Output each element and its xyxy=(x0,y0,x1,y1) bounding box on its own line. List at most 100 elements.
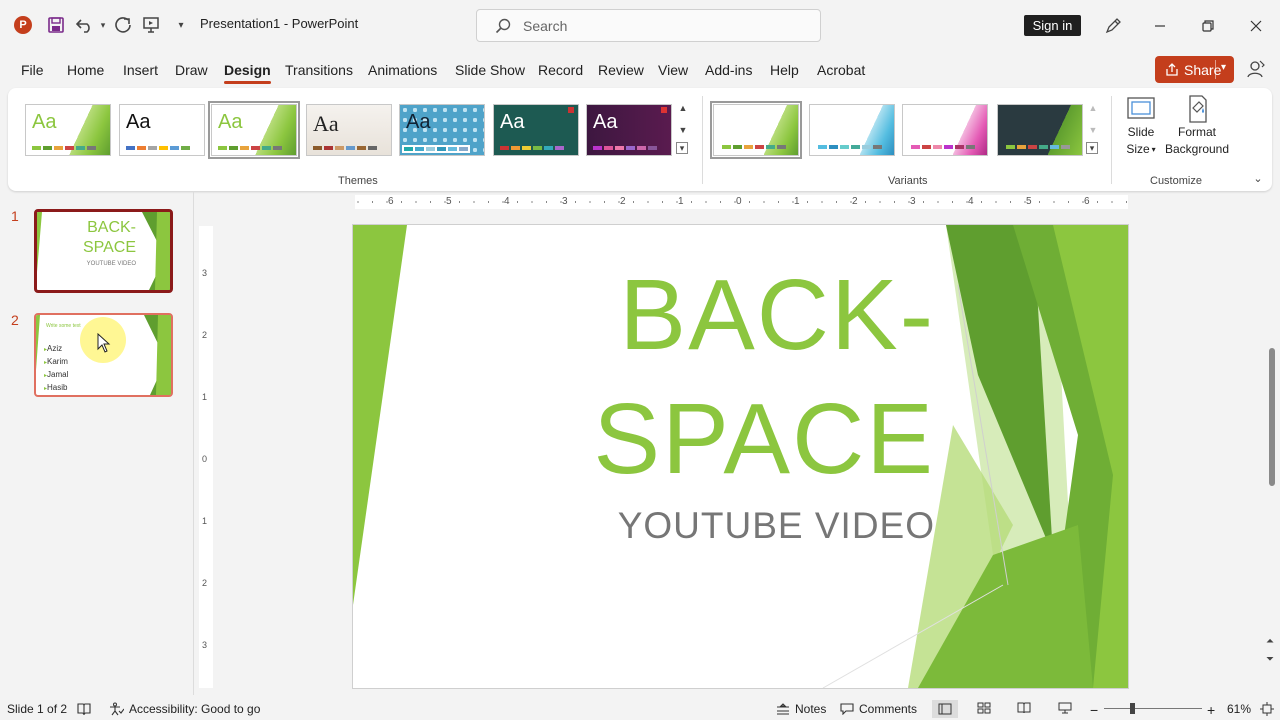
thumb2-bullet-4: ▸Hasib xyxy=(44,383,68,392)
variants-more-icon[interactable]: ▾ xyxy=(1086,142,1098,154)
zoom-slider[interactable] xyxy=(1104,708,1202,709)
tab-acrobat[interactable]: Acrobat xyxy=(817,62,865,78)
undo-dropdown-icon[interactable]: ▾ xyxy=(92,14,114,36)
customize-qat-icon[interactable]: ▾ xyxy=(170,14,192,36)
variants-scroll-down-icon[interactable]: ▼ xyxy=(1086,122,1100,138)
variant-dark[interactable] xyxy=(997,104,1083,156)
design-ribbon: Aa Aa Aa Aa Aa Aa Aa ▲ ▼ ▾ Themes ▲ ▼ ▾ … xyxy=(8,88,1272,191)
pen-icon[interactable] xyxy=(1101,14,1125,38)
theme-facet[interactable]: Aa xyxy=(25,104,111,156)
status-bar: Slide 1 of 2 Accessibility: Good to go N… xyxy=(0,698,1280,720)
pane-divider[interactable] xyxy=(193,191,194,695)
theme-ion-purple[interactable]: Aa xyxy=(586,104,672,156)
variants-scroll-up-icon[interactable]: ▲ xyxy=(1086,100,1100,116)
notes-button[interactable]: Notes xyxy=(776,702,826,716)
format-background-button[interactable]: Format Background xyxy=(1163,94,1231,158)
powerpoint-logo-icon: P xyxy=(14,16,32,34)
thumb1-title-line2: SPACE xyxy=(82,239,136,256)
vertical-scrollbar[interactable]: ⏶ ⏷ xyxy=(1266,196,1276,676)
redo-icon[interactable] xyxy=(112,14,134,36)
restore-icon[interactable] xyxy=(1196,14,1220,38)
vertical-ruler: 3 2 1 0 1 2 3 xyxy=(199,226,213,688)
slide-show-button[interactable] xyxy=(1058,702,1072,714)
tab-record[interactable]: Record xyxy=(538,62,583,78)
slide-show-icon xyxy=(1058,702,1072,714)
themes-scroll-up-icon[interactable]: ▲ xyxy=(676,100,690,116)
variants-group-label: Variants xyxy=(888,175,928,187)
tab-draw[interactable]: Draw xyxy=(175,62,208,78)
present-from-beginning-icon[interactable] xyxy=(140,14,162,36)
tab-review[interactable]: Review xyxy=(598,62,644,78)
minimize-icon[interactable] xyxy=(1148,14,1172,38)
format-background-icon xyxy=(1189,95,1207,123)
slide-position[interactable]: Slide 1 of 2 xyxy=(7,702,67,716)
slide-sorter-button[interactable] xyxy=(977,702,991,714)
tab-transitions[interactable]: Transitions xyxy=(285,62,353,78)
zoom-level[interactable]: 61% xyxy=(1227,702,1251,716)
save-icon[interactable] xyxy=(45,14,67,36)
theme-organic[interactable]: Aa xyxy=(306,104,392,156)
tab-design[interactable]: Design xyxy=(224,62,271,84)
sign-in-button[interactable]: Sign in xyxy=(1024,15,1081,36)
comments-button[interactable]: Comments xyxy=(840,702,917,716)
slide-size-dropdown-icon: ▾ xyxy=(1151,145,1156,154)
thumb1-subtitle: YOUTUBE VIDEO xyxy=(86,261,136,267)
slide-subtitle[interactable]: YOUTUBE VIDEO xyxy=(618,505,935,547)
tab-view[interactable]: View xyxy=(658,62,688,78)
tab-home[interactable]: Home xyxy=(67,62,104,78)
normal-view-button[interactable] xyxy=(932,700,958,718)
variant-blue[interactable] xyxy=(809,104,895,156)
tab-insert[interactable]: Insert xyxy=(123,62,158,78)
slide-size-button[interactable]: Slide Size ▾ xyxy=(1120,94,1162,158)
tab-slide-show[interactable]: Slide Show xyxy=(455,62,525,78)
theme-office[interactable]: Aa xyxy=(119,104,205,156)
thumb2-bullet-3: ▸Jamal xyxy=(44,370,69,379)
slide-number-1: 1 xyxy=(11,208,19,224)
theme-facet-applied[interactable]: Aa xyxy=(208,101,300,159)
close-icon[interactable] xyxy=(1244,14,1268,38)
fit-slide-icon[interactable] xyxy=(1260,702,1274,716)
document-title: Presentation1 - PowerPoint xyxy=(200,16,359,31)
search-placeholder: Search xyxy=(523,17,568,34)
spelling-check-icon[interactable] xyxy=(76,702,92,716)
slide-sorter-icon xyxy=(977,702,991,714)
share-button[interactable]: Share ▾ xyxy=(1155,56,1234,83)
tab-help[interactable]: Help xyxy=(770,62,799,78)
accessibility-icon xyxy=(110,702,124,716)
title-bar: P ▾ ▾ Presentation1 - PowerPoint Search … xyxy=(0,0,1280,52)
comments-person-icon[interactable] xyxy=(1246,59,1268,81)
next-slide-icon[interactable]: ⏷ xyxy=(1266,654,1274,665)
theme-ion[interactable]: Aa xyxy=(493,104,579,156)
slide-thumbnail-2[interactable]: Write some text ▸Aziz ▸Karim ▸Jamal ▸Has… xyxy=(34,313,173,397)
themes-more-icon[interactable]: ▾ xyxy=(676,142,688,154)
tab-file[interactable]: File xyxy=(21,62,44,78)
collapse-ribbon-icon[interactable]: ⌄ xyxy=(1251,170,1265,186)
theme-ion-boardroom[interactable]: Aa xyxy=(399,104,485,156)
reading-view-button[interactable] xyxy=(1017,702,1031,714)
tab-animations[interactable]: Animations xyxy=(368,62,437,78)
comment-icon xyxy=(840,703,854,715)
variant-green[interactable] xyxy=(710,101,802,159)
thumb2-bullet-2: ▸Karim xyxy=(44,357,68,366)
slide-title-line2: SPACE xyxy=(593,383,935,495)
zoom-in-icon[interactable]: + xyxy=(1207,702,1215,718)
share-icon xyxy=(1166,62,1178,76)
slide-title[interactable]: BACK- SPACE xyxy=(593,253,935,501)
notes-icon xyxy=(777,703,789,715)
normal-view-icon xyxy=(938,703,952,715)
accessibility-status[interactable]: Accessibility: Good to go xyxy=(108,702,260,716)
thumb1-title-line1: BACK- xyxy=(87,219,136,236)
variant-pink[interactable] xyxy=(902,104,988,156)
slide-canvas[interactable]: BACK- SPACE YOUTUBE VIDEO xyxy=(353,225,1128,688)
tab-add-ins[interactable]: Add-ins xyxy=(705,62,752,78)
thumb2-heading: Write some text xyxy=(46,323,81,329)
themes-scroll-down-icon[interactable]: ▼ xyxy=(676,122,690,138)
zoom-slider-thumb[interactable] xyxy=(1130,703,1135,714)
share-dropdown-icon[interactable]: ▾ xyxy=(1221,62,1226,73)
search-box[interactable]: Search xyxy=(476,9,821,42)
zoom-out-icon[interactable]: − xyxy=(1090,702,1098,718)
search-icon xyxy=(495,18,511,33)
previous-slide-icon[interactable]: ⏶ xyxy=(1266,636,1274,647)
scrollbar-thumb[interactable] xyxy=(1269,348,1275,486)
slide-thumbnail-1[interactable]: BACK- SPACE YOUTUBE VIDEO xyxy=(34,209,173,293)
